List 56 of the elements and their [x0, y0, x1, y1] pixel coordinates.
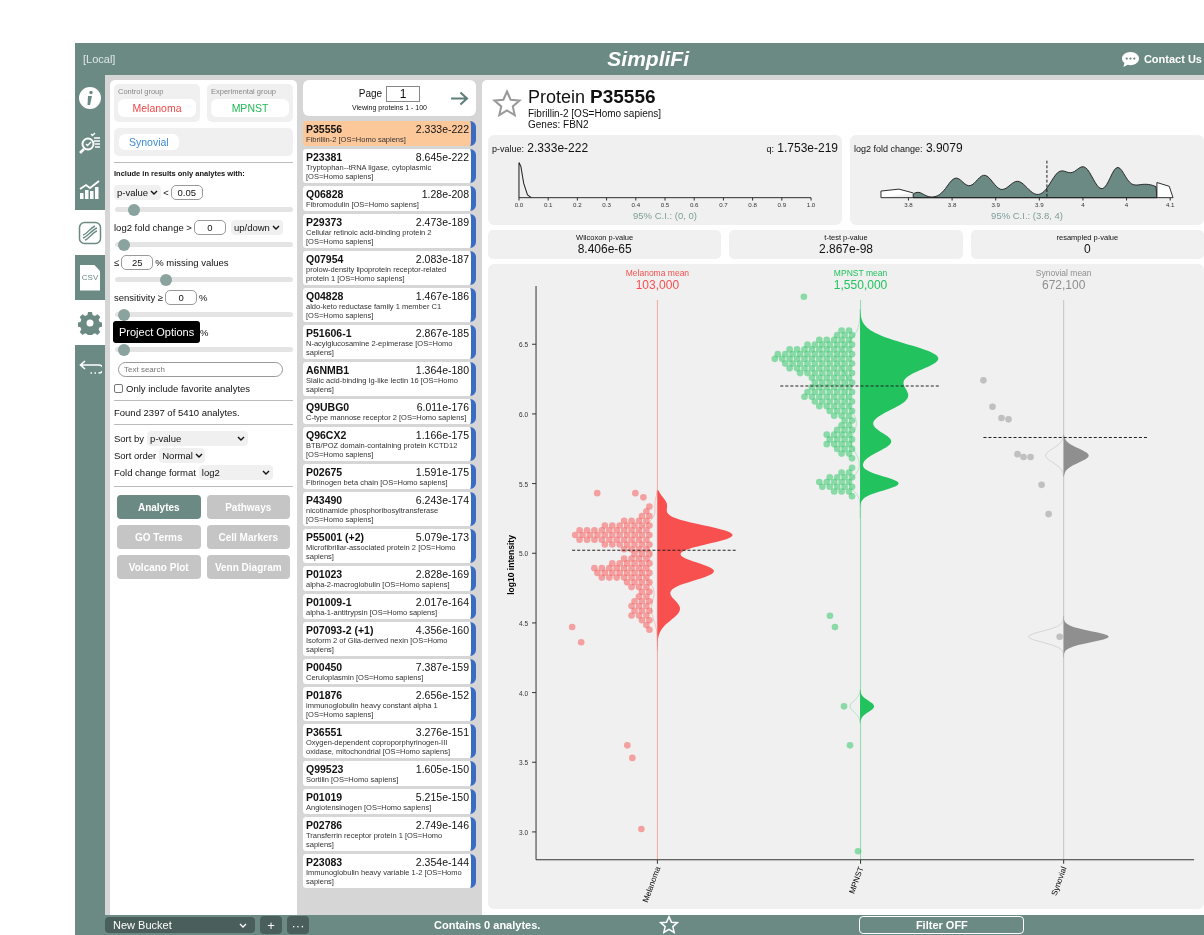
checkbox-label: Only include favorite analytes: [126, 383, 251, 394]
page-field[interactable]: 1: [386, 85, 421, 102]
filter-toggle[interactable]: Filter OFF: [859, 916, 1025, 934]
confidence-interval: 95% C.I.: (3.8, 4): [990, 210, 1064, 221]
view-button[interactable]: Analytes: [117, 495, 201, 519]
protein-title: Protein P35556: [528, 86, 657, 108]
sort-label: Sort by: [114, 433, 145, 444]
group-chip[interactable]: Melanoma: [118, 99, 196, 117]
test-value: 8.406e-65: [577, 242, 632, 256]
threshold-field[interactable]: 0: [165, 289, 198, 305]
filter-label: sensitivity ≥: [114, 291, 164, 303]
sort-select[interactable]: log2: [198, 465, 273, 480]
test-value: 2.867e-98: [818, 242, 873, 256]
pvalue-reading: p-value: 2.333e-222: [492, 141, 589, 155]
contact-link[interactable]: Contact Us: [1120, 50, 1202, 68]
gene-names: Genes: FBN2: [528, 119, 589, 130]
sort-label: Fold change format: [114, 467, 196, 478]
tooltip: Project Options: [113, 321, 201, 343]
add-button[interactable]: +: [260, 916, 282, 934]
csv-file-icon: CSV: [80, 264, 100, 291]
mean-value: 103,000: [635, 278, 680, 293]
test-value: 0: [1083, 242, 1091, 256]
filter-select[interactable]: p-value: [114, 184, 162, 200]
filter-label: % missing values: [155, 256, 229, 268]
mean-value: 672,100: [1041, 278, 1086, 293]
threshold-field[interactable]: 0: [193, 219, 226, 235]
mean-label: Melanoma mean: [625, 268, 690, 279]
confidence-interval: 95% C.I.: (0, 0): [632, 210, 698, 221]
sort-select[interactable]: p-value: [147, 431, 249, 446]
fold-change-reading: log2 fold change: 3.9079: [854, 141, 963, 155]
sidebar-tab[interactable]: CSV: [75, 255, 105, 300]
filter-label: log2 fold change >: [114, 221, 192, 233]
unit-label: %: [200, 326, 209, 338]
qvalue-reading: q: 1.753e-219: [766, 141, 838, 155]
bucket-count: Contains 0 analytes.: [434, 919, 541, 931]
direction-select[interactable]: up/down: [230, 219, 283, 235]
protein-description: Fibrillin-2 [OS=Homo sapiens]: [528, 108, 662, 119]
threshold-field[interactable]: 0.05: [170, 184, 203, 200]
unit-label: %: [199, 291, 208, 303]
page-label: Page: [358, 88, 383, 99]
results-count: Found 2397 of 5410 analytes.: [114, 407, 241, 418]
mean-label: Synovial mean: [1035, 268, 1092, 279]
sort-label: Sort order: [114, 450, 157, 461]
more-button[interactable]: ···: [287, 916, 309, 934]
operator-label: <: [163, 186, 169, 198]
app-logo: SimpliFi: [607, 47, 689, 71]
mean-label: MPNST mean: [833, 268, 888, 279]
bucket-select[interactable]: New Bucket: [105, 917, 255, 933]
axis-title: log10 intensity: [505, 535, 516, 595]
search-field[interactable]: Text search: [118, 362, 283, 377]
group-chip[interactable]: Synovial: [119, 134, 179, 150]
location-label: [Local]: [83, 53, 116, 65]
mean-value: 1,550,000: [833, 278, 888, 293]
operator-label: ≤: [114, 256, 120, 268]
sort-select[interactable]: Normal: [159, 448, 206, 463]
threshold-field[interactable]: 25: [121, 254, 154, 270]
